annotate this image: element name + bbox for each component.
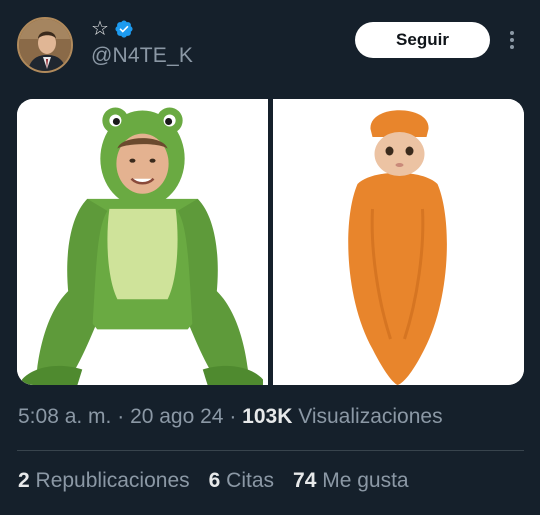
reposts-count: 2	[18, 469, 30, 492]
quotes-count: 6	[208, 469, 221, 492]
star-outline-icon: ☆	[91, 18, 109, 40]
quotes-stat[interactable]: 6 Citas	[209, 469, 274, 493]
reposts-stat[interactable]: 2 Republicaciones	[18, 469, 190, 493]
media-image-carrot-costume[interactable]	[273, 99, 524, 385]
views-label: Visualizaciones	[292, 405, 443, 428]
likes-count: 74	[293, 469, 317, 492]
engagement-stats: 2 Republicaciones 6 Citas 74 Me gusta	[18, 469, 409, 493]
frog-costume-photo	[17, 99, 268, 385]
carrot-costume-photo	[273, 99, 524, 385]
user-handle[interactable]: @N4TE_K	[91, 44, 193, 68]
divider	[17, 450, 524, 451]
more-dot	[510, 38, 514, 42]
tweet-date[interactable]: 20 ago 24	[130, 405, 223, 428]
meta-separator: ·	[229, 405, 243, 428]
more-dot	[510, 45, 514, 49]
tweet-time[interactable]: 5:08 a. m.	[18, 405, 111, 428]
more-options-button[interactable]	[504, 26, 520, 54]
media-image-frog-costume[interactable]	[17, 99, 268, 385]
likes-label: Me gusta	[322, 469, 409, 492]
views-count: 103K	[242, 405, 293, 428]
more-dot	[510, 31, 514, 35]
verified-badge-icon[interactable]	[114, 19, 134, 39]
likes-stat[interactable]: 74 Me gusta	[293, 469, 409, 493]
tweet-meta: 5:08 a. m. · 20 ago 24 · 103K Visualizac…	[18, 405, 443, 429]
follow-button[interactable]: Seguir	[355, 22, 490, 58]
media-grid	[17, 99, 524, 385]
meta-separator: ·	[117, 405, 131, 428]
profile-photo-icon	[19, 19, 71, 71]
reposts-label: Republicaciones	[35, 469, 190, 492]
tweet: ☆ @N4TE_K Seguir 5:08 a. m. · 20 ago 24 …	[0, 0, 540, 515]
display-name-row[interactable]: ☆	[91, 17, 134, 41]
quotes-label: Citas	[226, 469, 275, 492]
avatar[interactable]	[17, 17, 73, 73]
